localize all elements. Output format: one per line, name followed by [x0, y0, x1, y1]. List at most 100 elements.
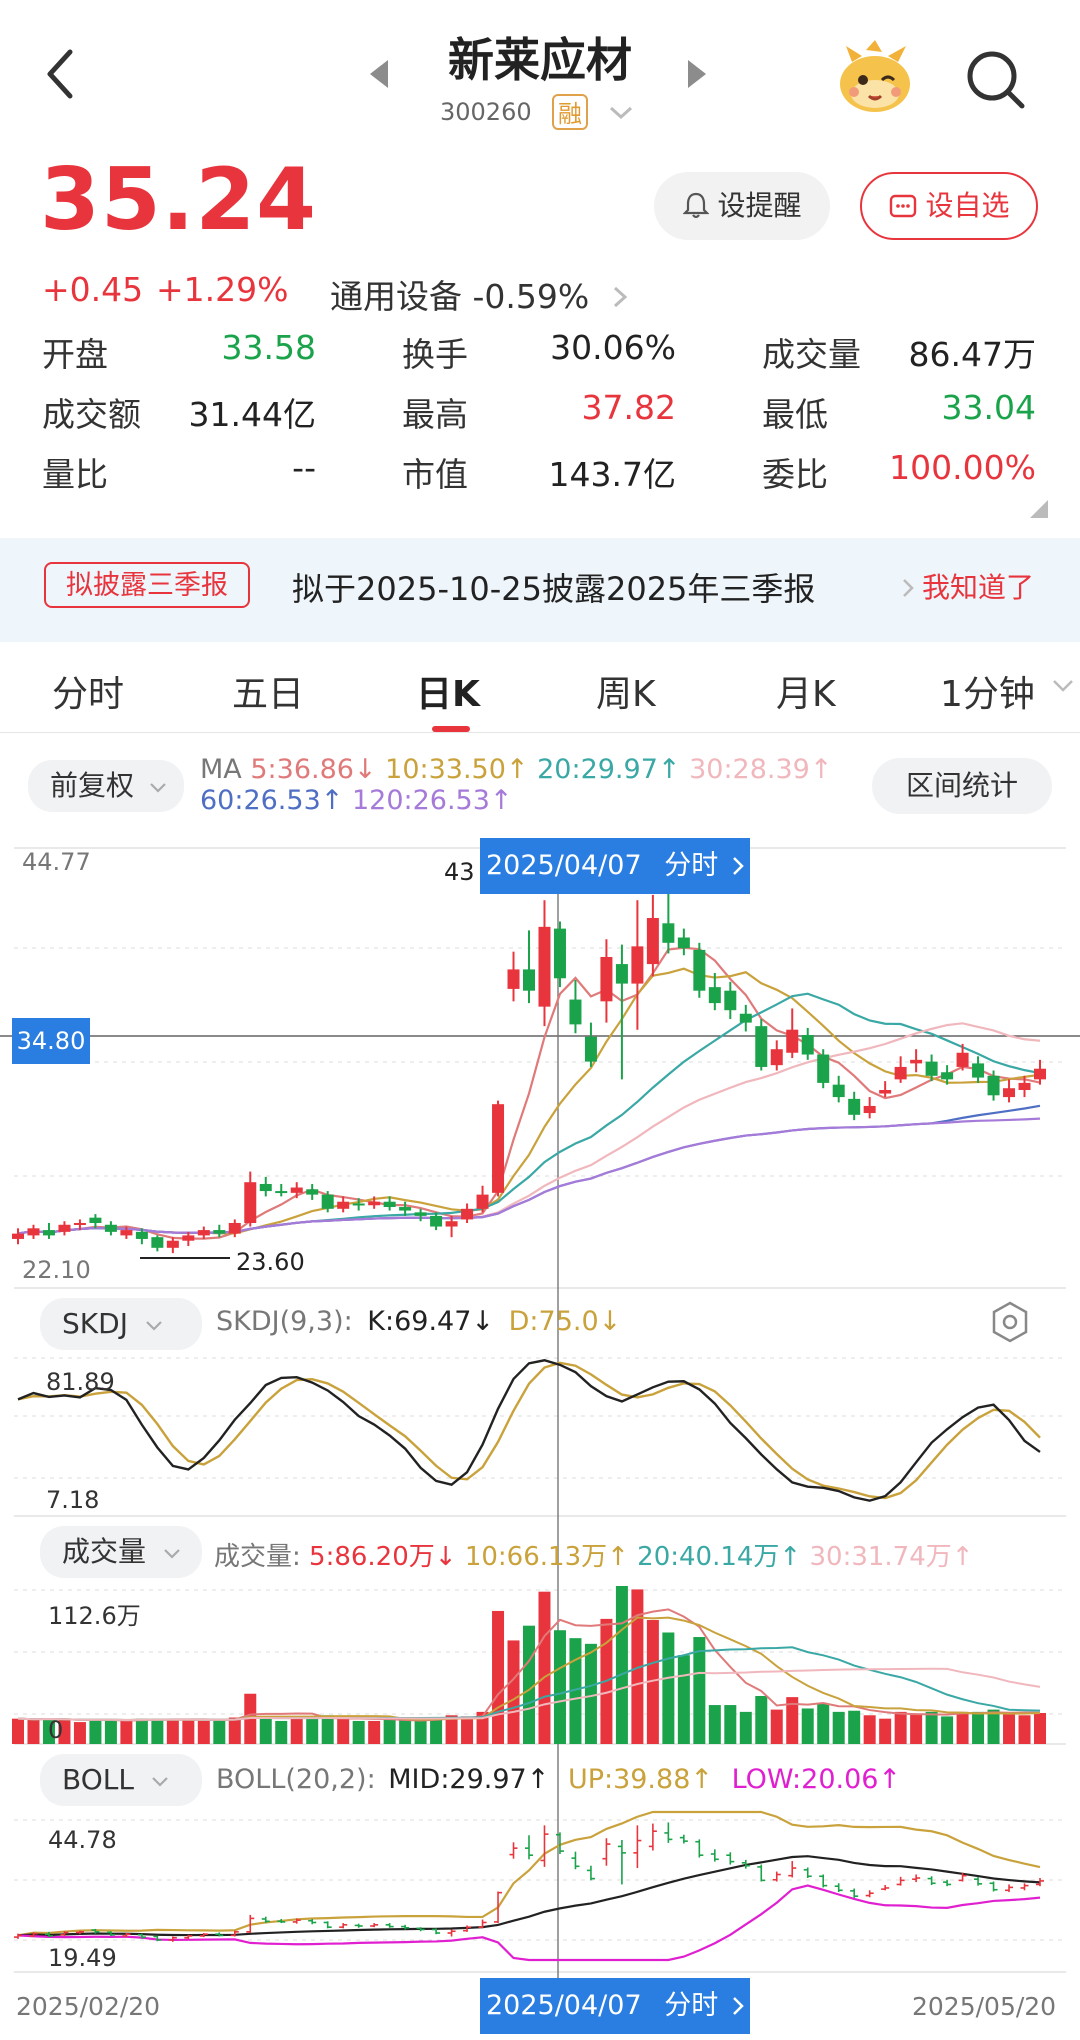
settings-button[interactable]	[990, 1300, 1030, 1348]
candle-body	[631, 946, 644, 984]
set-alert-button[interactable]: 设提醒	[654, 172, 830, 240]
volume-bar	[956, 1711, 969, 1744]
volume-bar	[197, 1720, 210, 1744]
add-watchlist-icon	[889, 194, 916, 218]
interval-stats-button[interactable]: 区间统计	[872, 758, 1052, 814]
search-button[interactable]	[964, 48, 1028, 116]
high-marker: 43	[444, 858, 475, 886]
chevron-right-icon	[613, 286, 627, 308]
candle-body	[135, 1231, 148, 1239]
candle-body	[848, 1098, 861, 1115]
volume-bar	[584, 1643, 597, 1744]
volume-ma-30: 30:31.74万↑	[809, 1542, 974, 1572]
skdj-params: SKDJ(9,3):	[216, 1306, 353, 1337]
tab-more-dropdown[interactable]	[1052, 678, 1074, 698]
stat-label: 委比	[762, 455, 828, 494]
candle-body	[832, 1084, 845, 1098]
volume-dropdown[interactable]: 成交量	[40, 1526, 202, 1578]
skdj-values: SKDJ(9,3): K:69.47↓ D:75.0↓	[216, 1306, 621, 1337]
adjust-dropdown[interactable]: 前复权	[28, 760, 184, 812]
volume-bar	[383, 1719, 396, 1744]
price-change-percent: +1.29%	[156, 270, 289, 309]
volume-bar	[104, 1719, 117, 1744]
ma-legend: MA 5:36.86↓ 10:33.50↑ 20:29.97↑ 30:28.39…	[200, 754, 860, 816]
crosshair-date: 2025/04/07	[486, 1990, 642, 2021]
ma-20-line	[17, 992, 1041, 1235]
stat-label: 开盘	[42, 335, 108, 374]
add-watchlist-button[interactable]: 设自选	[860, 172, 1038, 240]
candle-body	[399, 1207, 412, 1211]
candle-body	[275, 1191, 288, 1194]
notice-tag: 拟披露三季报	[44, 562, 250, 608]
ma-prefix: MA	[200, 754, 242, 785]
candle-body	[677, 937, 690, 949]
volume-values: 成交量: 5:86.20万↓ 10:66.13万↑ 20:40.14万↑ 30:…	[214, 1536, 974, 1573]
notice-text: 拟于2025-10-25披露2025年三季报	[292, 570, 816, 608]
candle-body	[863, 1105, 876, 1114]
chevron-right-icon	[903, 579, 914, 597]
stock-name: 新莱应材	[448, 33, 632, 87]
boll-up: UP:39.88↑	[567, 1764, 713, 1795]
candle-body	[708, 987, 721, 1004]
tab-minute[interactable]: 1分钟	[940, 665, 1035, 717]
next-stock-button[interactable]	[686, 56, 710, 96]
candle-body	[290, 1187, 303, 1193]
stat-value: 31.44亿	[188, 395, 316, 434]
ma-20: 20:29.97↑	[537, 754, 681, 785]
volume-bar	[538, 1591, 551, 1744]
candle-body	[801, 1035, 814, 1055]
candle-body	[786, 1029, 799, 1053]
tab-weekly-k[interactable]: 周K	[596, 665, 656, 717]
candle-body	[58, 1224, 71, 1232]
volume-bar	[321, 1715, 334, 1744]
volume-bar	[306, 1718, 319, 1744]
volume-y-bottom: 0	[48, 1716, 64, 1744]
stat-label: 量比	[42, 455, 108, 494]
tab-monthly-k[interactable]: 月K	[776, 665, 836, 717]
volume-bar	[492, 1610, 505, 1744]
skdj-label: SKDJ	[62, 1307, 128, 1340]
volume-bar	[27, 1719, 40, 1744]
volume-bar	[863, 1715, 876, 1744]
stock-switch-dropdown[interactable]	[608, 104, 634, 126]
volume-bar	[213, 1720, 226, 1744]
add-watchlist-label: 设自选	[925, 189, 1010, 222]
volume-bar	[925, 1711, 938, 1744]
candle-body	[42, 1230, 55, 1236]
candle-body	[569, 999, 582, 1025]
set-alert-label: 设提醒	[717, 189, 802, 222]
chevron-right-icon	[732, 1997, 744, 2015]
tab-intraday[interactable]: 分时	[52, 665, 124, 717]
boll-low: LOW:20.06↑	[731, 1764, 902, 1795]
volume-bar	[972, 1711, 985, 1744]
candle-body	[182, 1235, 195, 1241]
skdj-d: D:75.0↓	[508, 1306, 622, 1337]
ma-120: 120:26.53↑	[351, 785, 513, 816]
tab-five-day[interactable]: 五日	[232, 665, 304, 717]
mascot-icon[interactable]	[836, 40, 914, 120]
stat-label: 最低	[762, 395, 828, 434]
skdj-dropdown[interactable]: SKDJ	[40, 1298, 202, 1350]
adjust-label: 前复权	[50, 769, 135, 802]
sector-link[interactable]: 通用设备 -0.59%	[330, 270, 630, 318]
stat-value: 86.47万	[908, 335, 1036, 374]
candle-body	[321, 1194, 334, 1209]
volume-bar	[677, 1655, 690, 1744]
date-end: 2025/05/20	[912, 1992, 1057, 2021]
stat-value: 30.06%	[550, 328, 676, 367]
crosshair-date-top[interactable]: 2025/04/07 分时	[480, 838, 750, 894]
volume-bar	[368, 1720, 381, 1744]
ma-30-line	[17, 1022, 1041, 1235]
crosshair-date-bottom[interactable]: 2025/04/07 分时	[480, 1978, 750, 2034]
tab-daily-k[interactable]: 日K	[416, 665, 480, 717]
boll-label: BOLL	[62, 1763, 134, 1796]
volume-bar	[399, 1719, 412, 1744]
kline-chart[interactable]	[0, 836, 1080, 2036]
candle-body	[476, 1194, 489, 1209]
boll-dropdown[interactable]: BOLL	[40, 1754, 202, 1806]
boll-params: BOLL(20,2):	[216, 1764, 376, 1795]
volume-bar	[1034, 1713, 1046, 1744]
notice-dismiss[interactable]: 我知道了	[900, 566, 1034, 606]
stat-value: --	[292, 448, 316, 487]
expand-corner-icon[interactable]	[1030, 500, 1048, 522]
